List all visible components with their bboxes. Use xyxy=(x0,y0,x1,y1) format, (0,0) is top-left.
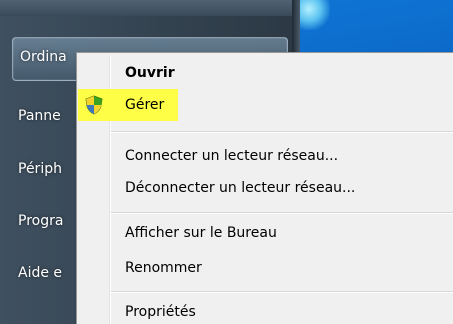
context-menu: Ouvrir Gérer Connecter un lecteur réseau… xyxy=(76,52,453,324)
menu-item-show-on-desktop[interactable]: Afficher sur le Bureau xyxy=(125,225,277,241)
start-item-control-panel[interactable]: Panne xyxy=(18,108,61,124)
start-item-label: Aide e xyxy=(18,265,63,281)
menu-item-disconnect-network-drive[interactable]: Déconnecter un lecteur réseau... xyxy=(125,180,355,196)
uac-shield-icon xyxy=(85,95,103,115)
menu-separator xyxy=(111,131,453,133)
screenshot-root: Ordina Panne Périph Progra Aide e Ouvrir… xyxy=(0,0,453,324)
start-menu-top-strip xyxy=(0,0,292,16)
start-item-label: Périph xyxy=(18,161,62,177)
menu-item-map-network-drive[interactable]: Connecter un lecteur réseau... xyxy=(125,148,338,164)
menu-item-rename[interactable]: Renommer xyxy=(125,260,202,276)
menu-item-open[interactable]: Ouvrir xyxy=(125,65,175,81)
start-item-devices[interactable]: Périph xyxy=(18,161,62,177)
start-item-label: Progra xyxy=(18,213,64,229)
menu-separator xyxy=(111,291,453,293)
menu-item-properties[interactable]: Propriétés xyxy=(125,304,196,320)
start-item-label: Panne xyxy=(18,108,61,124)
start-item-help[interactable]: Aide e xyxy=(18,265,62,281)
menu-item-manage[interactable]: Gérer xyxy=(125,97,164,113)
start-item-programs[interactable]: Progra xyxy=(18,213,63,229)
menu-separator xyxy=(111,212,453,214)
start-item-label: Ordina xyxy=(20,49,67,65)
desktop-icon-glow xyxy=(300,0,330,30)
